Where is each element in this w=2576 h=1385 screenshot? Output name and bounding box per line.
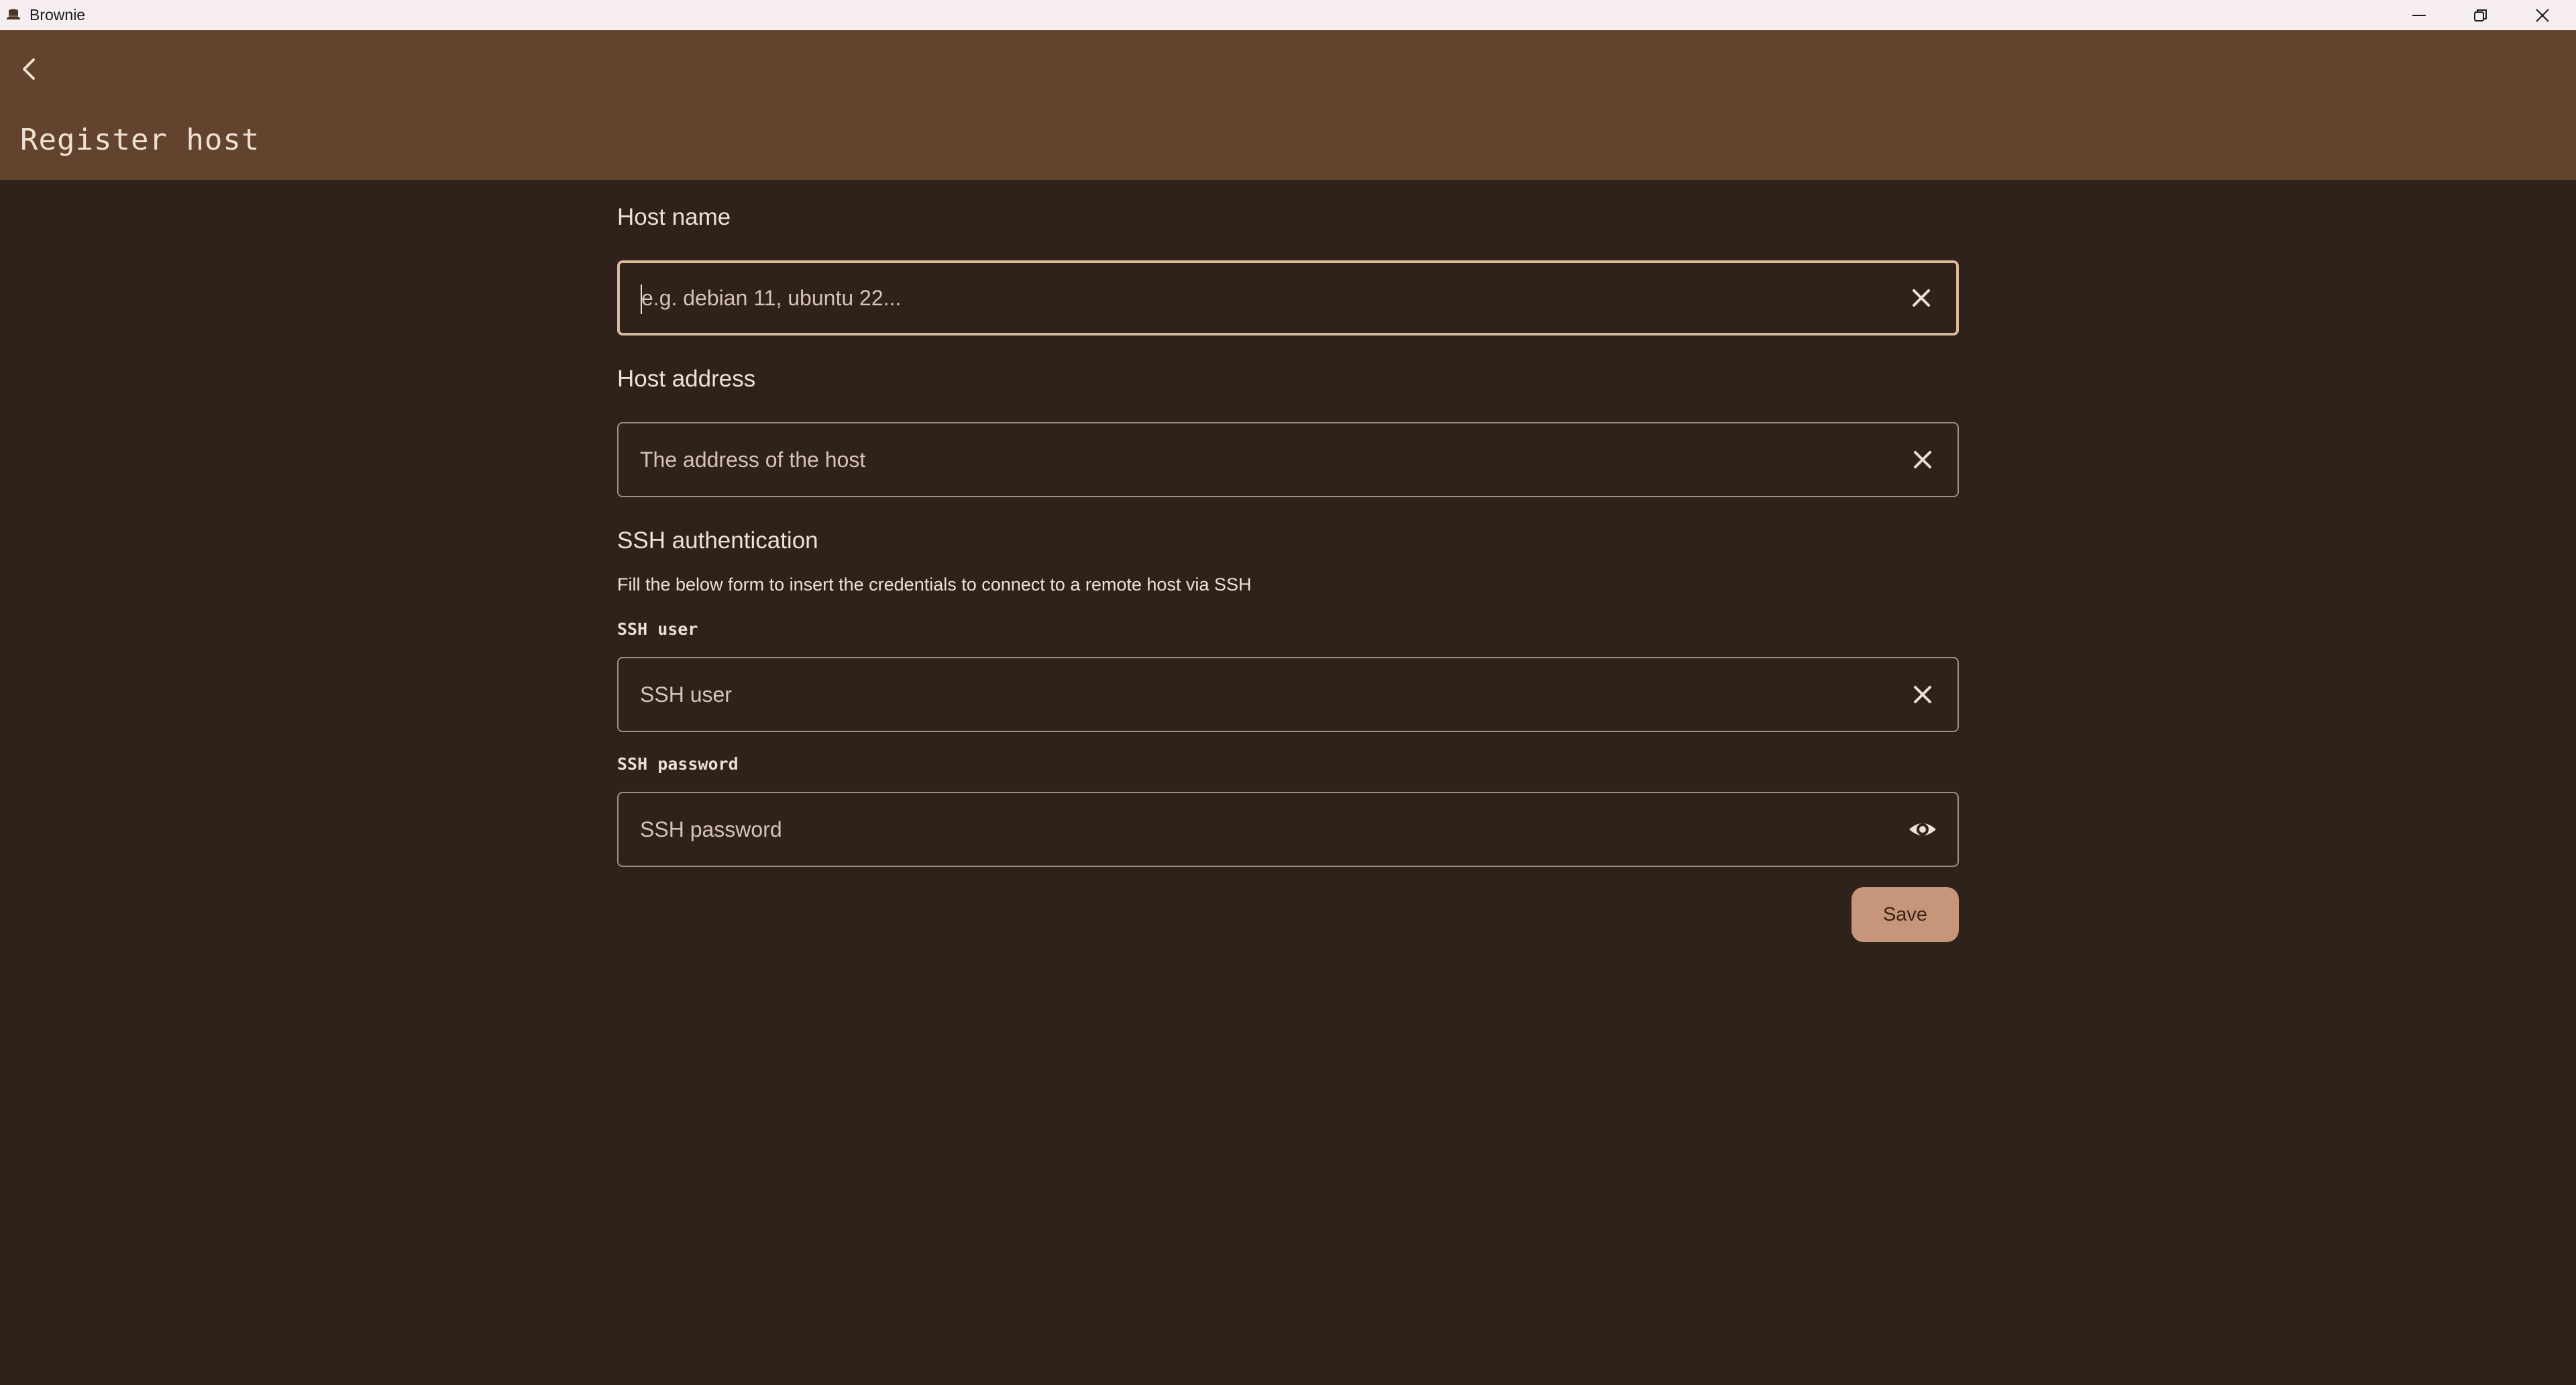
text-caret	[641, 285, 642, 314]
toggle-password-visibility-button[interactable]	[1907, 813, 1939, 845]
save-button[interactable]: Save	[1851, 887, 1959, 942]
restore-button[interactable]	[2450, 0, 2512, 30]
ssh-password-field[interactable]	[617, 792, 1959, 867]
window-titlebar: Brownie	[0, 0, 2576, 30]
app-bar: Register host	[0, 30, 2576, 180]
restore-icon	[2474, 9, 2487, 21]
ssh-password-label: SSH password	[617, 754, 739, 774]
minimize-icon	[2412, 14, 2426, 16]
ssh-user-input[interactable]	[639, 658, 1886, 731]
back-button[interactable]	[9, 49, 50, 89]
ssh-auth-heading: SSH authentication	[617, 527, 818, 554]
ssh-password-input[interactable]	[639, 793, 1886, 866]
close-window-button[interactable]	[2512, 0, 2573, 30]
host-name-input[interactable]	[640, 263, 1888, 333]
clear-icon	[1914, 686, 1931, 703]
window-title: Brownie	[30, 6, 86, 23]
clear-host-address-button[interactable]	[1907, 444, 1939, 476]
ssh-user-field[interactable]	[617, 657, 1959, 732]
clear-icon	[1914, 451, 1931, 468]
clear-host-name-button[interactable]	[1905, 282, 1937, 314]
clear-ssh-user-button[interactable]	[1907, 678, 1939, 711]
host-name-label: Host name	[617, 204, 731, 230]
chevron-left-icon	[23, 58, 35, 80]
host-address-input[interactable]	[639, 423, 1886, 496]
ssh-auth-hint: Fill the below form to insert the creden…	[617, 574, 1252, 595]
page-title: Register host	[20, 123, 260, 157]
host-address-label: Host address	[617, 366, 756, 392]
close-icon	[2536, 8, 2549, 22]
ssh-user-label: SSH user	[617, 619, 698, 639]
clear-icon	[1913, 289, 1930, 307]
brownie-hat-icon	[7, 9, 20, 19]
host-address-field[interactable]	[617, 422, 1959, 497]
minimize-button[interactable]	[2388, 0, 2450, 30]
host-name-field[interactable]	[617, 260, 1959, 336]
eye-icon	[1909, 823, 1936, 835]
